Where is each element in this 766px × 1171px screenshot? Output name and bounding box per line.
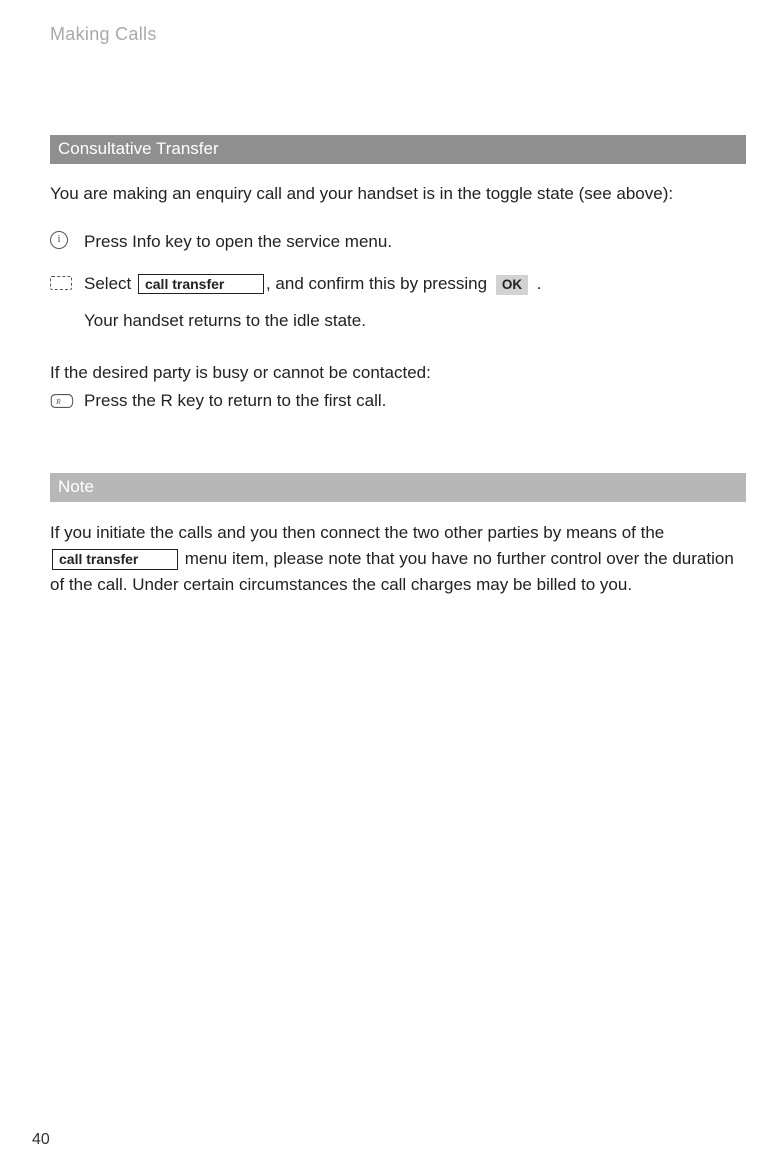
menu-item-call-transfer: call transfer — [52, 549, 178, 570]
page-header-title: Making Calls — [50, 24, 736, 45]
text-fragment: . — [532, 274, 541, 293]
step-r-key: R Press the R key to return to the first… — [50, 389, 736, 413]
busy-intro-text: If the desired party is busy or cannot b… — [50, 361, 736, 385]
text-fragment: If you initiate the calls and you then c… — [50, 523, 664, 542]
note-body-text: If you initiate the calls and you then c… — [50, 520, 740, 599]
step-text: Select call transfer, and confirm this b… — [84, 272, 736, 296]
page-number: 40 — [32, 1131, 50, 1149]
r-key-icon: R — [50, 392, 74, 408]
section-heading-note: Note — [50, 473, 746, 502]
ok-button-label: OK — [496, 275, 528, 295]
section-heading-consultative-transfer: Consultative Transfer — [50, 135, 746, 164]
svg-text:R: R — [55, 397, 61, 406]
step-text: Press the R key to return to the first c… — [84, 389, 736, 413]
step-list: i Press Info key to open the service men… — [50, 230, 736, 333]
text-fragment: Select — [84, 274, 136, 293]
step-info-key: i Press Info key to open the service men… — [50, 230, 736, 254]
step-text: Press Info key to open the service menu. — [84, 230, 736, 254]
navigation-key-icon — [50, 276, 72, 290]
intro-text: You are making an enquiry call and your … — [50, 182, 736, 206]
text-fragment: , and confirm this by pressing — [266, 274, 492, 293]
menu-item-call-transfer: call transfer — [138, 274, 264, 295]
step-result-text: Your handset returns to the idle state. — [84, 309, 736, 333]
info-key-icon: i — [50, 231, 68, 249]
manual-page: Making Calls Consultative Transfer You a… — [0, 0, 766, 1171]
step-select-call-transfer: Select call transfer, and confirm this b… — [50, 272, 736, 296]
